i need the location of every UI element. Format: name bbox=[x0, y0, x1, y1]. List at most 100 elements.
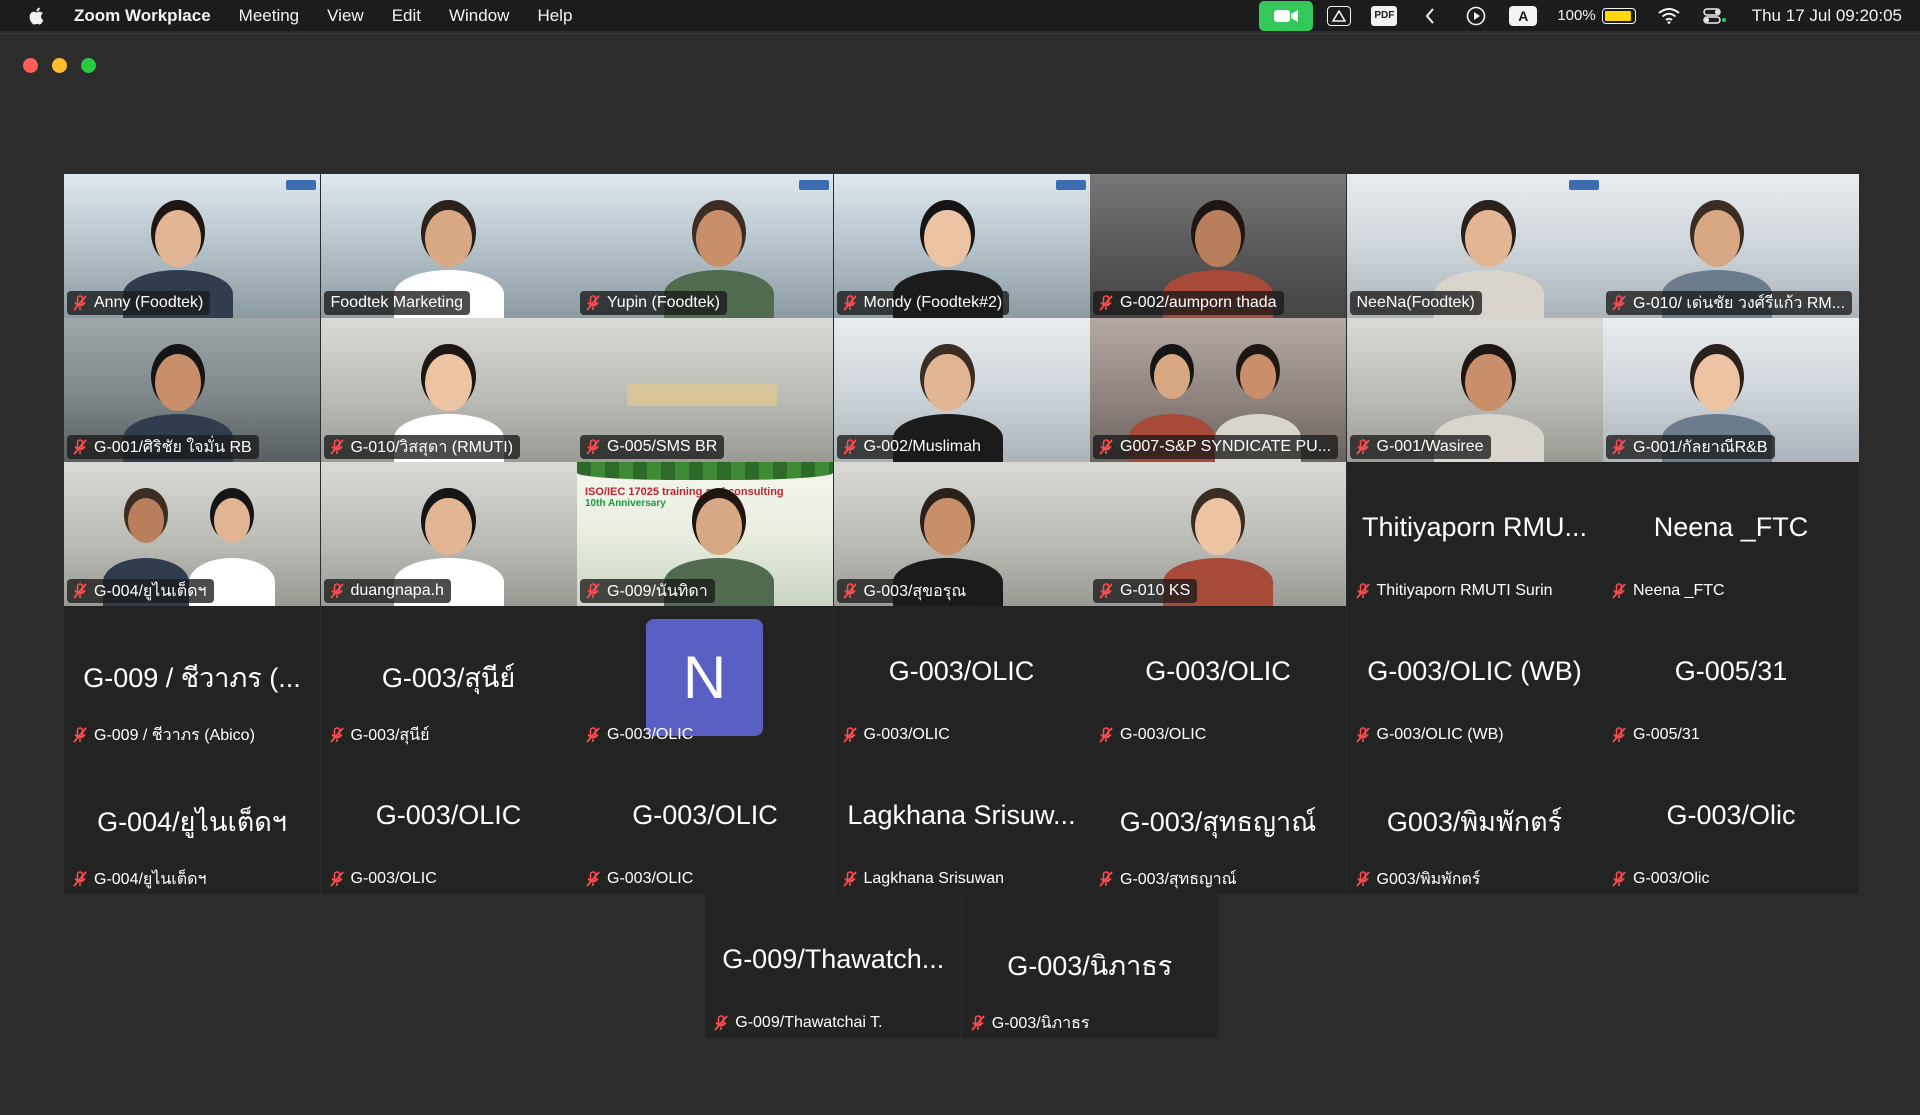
participant-tile[interactable]: G-003/นิภาธร G-003/นิภาธร bbox=[961, 894, 1218, 1038]
app-menu[interactable]: Zoom Workplace bbox=[74, 6, 211, 26]
participant-name-tag: G-009/Thawatchai T. bbox=[708, 1011, 889, 1035]
background-banner-subtext: 10th Anniversary bbox=[585, 498, 666, 509]
window-fullscreen-button[interactable] bbox=[81, 58, 96, 73]
participant-name: G007-S&P SYNDICATE PU... bbox=[1120, 438, 1332, 455]
participant-tile[interactable]: Anny (Foodtek) bbox=[64, 174, 320, 318]
participant-tile[interactable]: G-005/SMS BR bbox=[577, 318, 833, 462]
menu-window[interactable]: Window bbox=[449, 6, 509, 26]
participant-display-name: G-003/OLIC (WB) bbox=[1367, 656, 1582, 686]
participant-tile[interactable]: G-003/OLIC (WB) G-003/OLIC (WB) bbox=[1346, 606, 1603, 750]
participant-tile[interactable]: G-009 / ชีวาภร (... G-009 / ชีวาภร (Abico… bbox=[64, 606, 320, 750]
participant-name: NeeNa(Foodtek) bbox=[1356, 294, 1475, 311]
menu-help[interactable]: Help bbox=[537, 6, 572, 26]
participant-tile[interactable]: G-003/OLIC G-003/OLIC bbox=[320, 750, 577, 894]
participant-display-name: G-003/นิภาธร bbox=[1007, 951, 1173, 981]
window-close-button[interactable] bbox=[23, 58, 38, 73]
muted-mic-icon bbox=[73, 439, 87, 455]
participant-tile[interactable]: NeeNa(Foodtek) bbox=[1346, 174, 1603, 318]
participant-tile[interactable]: G-010/วิสสุดา (RMUTI) bbox=[320, 318, 577, 462]
participant-tile[interactable]: G-003/สุนีย์ G-003/สุนีย์ bbox=[320, 606, 577, 750]
participant-tile[interactable]: G-002/Muslimah bbox=[833, 318, 1090, 462]
participant-name-tag: G-003/สุทธญาณ์ bbox=[1093, 867, 1243, 891]
zoom-camera-icon[interactable] bbox=[1259, 0, 1314, 31]
muted-mic-icon bbox=[73, 727, 87, 743]
background-logo bbox=[799, 180, 829, 190]
participant-tile[interactable]: Yupin (Foodtek) bbox=[577, 174, 833, 318]
participant-display-name: Lagkhana Srisuw... bbox=[847, 800, 1076, 830]
participant-tile[interactable]: G003/พิมพักตร์ G003/พิมพักตร์ bbox=[1346, 750, 1603, 894]
participant-name: G-003/Olic bbox=[1633, 870, 1710, 887]
participant-tile[interactable]: Thitiyaporn RMU... Thitiyaporn RMUTI Suri… bbox=[1346, 462, 1603, 606]
participant-tile[interactable]: G-010/ เด่นชัย วงศ์รีแก้ว RM... bbox=[1603, 174, 1859, 318]
participant-tile[interactable]: G-001/กัลยาณีR&B bbox=[1603, 318, 1859, 462]
participant-name: Thitiyaporn RMUTI Surin bbox=[1376, 582, 1553, 599]
participant-tile[interactable]: G-003/สุขอรุณ bbox=[833, 462, 1090, 606]
battery-icon[interactable] bbox=[1601, 7, 1636, 24]
participant-name: G-005/31 bbox=[1633, 726, 1700, 743]
muted-mic-icon bbox=[1099, 295, 1113, 311]
participant-tile[interactable]: G-004/ยูไนเต็ดฯ bbox=[64, 462, 320, 606]
menu-meeting[interactable]: Meeting bbox=[239, 6, 299, 26]
participant-tile[interactable]: G-003/OLIC G-003/OLIC bbox=[577, 750, 833, 894]
participant-name: G-002/Muslimah bbox=[863, 438, 981, 455]
muted-mic-icon bbox=[1612, 583, 1626, 599]
participant-tile[interactable]: G-003/OLIC G-003/OLIC bbox=[833, 606, 1090, 750]
apple-icon[interactable] bbox=[26, 5, 48, 27]
participant-tile[interactable]: G-001/Wasiree bbox=[1346, 318, 1603, 462]
participant-tile[interactable]: G-005/31 G-005/31 bbox=[1603, 606, 1859, 750]
window-minimize-button[interactable] bbox=[52, 58, 67, 73]
muted-mic-icon bbox=[329, 727, 344, 743]
participant-name-tag: G-003/OLIC bbox=[580, 867, 700, 891]
pdf-icon[interactable]: PDF bbox=[1371, 5, 1398, 26]
drive-icon[interactable] bbox=[1327, 5, 1352, 26]
participant-name-tag: G-002/Muslimah bbox=[836, 435, 988, 459]
wifi-icon[interactable] bbox=[1656, 5, 1682, 27]
participant-tile[interactable]: G-009/Thawatch... G-009/Thawatchai T. bbox=[705, 894, 962, 1038]
participant-name: G-003/OLIC bbox=[607, 870, 694, 887]
participant-name: duangnapa.h bbox=[350, 582, 444, 599]
participant-display-name: Neena _FTC bbox=[1653, 512, 1809, 542]
muted-mic-icon bbox=[842, 871, 857, 887]
participant-name-tag: G-005/31 bbox=[1606, 723, 1707, 747]
participant-tile[interactable]: Neena _FTC Neena _FTC bbox=[1603, 462, 1859, 606]
participant-tile[interactable]: Mondy (Foodtek#2) bbox=[833, 174, 1090, 318]
participant-name: Yupin (Foodtek) bbox=[607, 294, 720, 311]
participant-name-tag: G-010 KS bbox=[1093, 579, 1198, 603]
muted-mic-icon bbox=[842, 295, 857, 311]
participant-tile[interactable]: N G-003/OLIC bbox=[577, 606, 833, 750]
muted-mic-icon bbox=[1612, 871, 1626, 887]
menu-view[interactable]: View bbox=[327, 6, 364, 26]
participant-name: G-003/สุขอรุณ bbox=[863, 582, 967, 600]
background-logo bbox=[1568, 180, 1599, 190]
participant-display-name: G-003/สุนีย์ bbox=[381, 663, 516, 693]
participant-tile[interactable]: ISO/IEC 17025 training and consulting 10t… bbox=[577, 462, 833, 606]
participant-tile[interactable]: Lagkhana Srisuw... Lagkhana Srisuwan bbox=[833, 750, 1090, 894]
muted-mic-icon bbox=[586, 439, 600, 455]
input-source-icon[interactable]: A bbox=[1509, 5, 1538, 26]
participant-tile[interactable]: Foodtek Marketing bbox=[320, 174, 577, 318]
play-icon[interactable] bbox=[1463, 5, 1489, 27]
chevron-left-icon[interactable] bbox=[1417, 5, 1443, 27]
participant-tile[interactable]: G-004/ยูไนเต็ดฯ G-004/ยูไนเต็ดฯ bbox=[64, 750, 320, 894]
participant-tile[interactable]: G-010 KS bbox=[1090, 462, 1346, 606]
participant-name-tag: G-003/สุขอรุณ bbox=[836, 579, 974, 603]
participant-tile[interactable]: G007-S&P SYNDICATE PU... bbox=[1090, 318, 1346, 462]
menubar-clock[interactable]: Thu 17 Jul 09:20:05 bbox=[1752, 6, 1902, 26]
participant-name-tag: G-005/SMS BR bbox=[580, 435, 725, 459]
menu-edit[interactable]: Edit bbox=[392, 6, 421, 26]
participant-tile[interactable]: G-002/aumporn thada bbox=[1090, 174, 1346, 318]
gallery-view: Anny (Foodtek) Foodtek Marketing Yupin (Fo… bbox=[64, 174, 1860, 1039]
participant-tile[interactable]: G-003/Olic G-003/Olic bbox=[1603, 750, 1859, 894]
participant-display-name: G003/พิมพักตร์ bbox=[1386, 807, 1563, 837]
participant-display-name: G-003/OLIC bbox=[888, 656, 1035, 686]
control-center-icon[interactable] bbox=[1702, 5, 1728, 27]
participant-name: G-001/กัลยาณีR&B bbox=[1633, 438, 1768, 456]
participant-tile[interactable]: G-003/OLIC G-003/OLIC bbox=[1090, 606, 1346, 750]
muted-mic-icon bbox=[1099, 583, 1113, 599]
participant-tile[interactable]: duangnapa.h bbox=[320, 462, 577, 606]
participant-name-tag: G-003/OLIC bbox=[324, 867, 444, 891]
participant-tile[interactable]: G-001/ศิริชัย ใจมั่น RB bbox=[64, 318, 320, 462]
participant-name: G-009/Thawatchai T. bbox=[735, 1014, 883, 1031]
participant-name-tag: G-001/Wasiree bbox=[1349, 435, 1491, 459]
participant-tile[interactable]: G-003/สุทธญาณ์ G-003/สุทธญาณ์ bbox=[1090, 750, 1346, 894]
